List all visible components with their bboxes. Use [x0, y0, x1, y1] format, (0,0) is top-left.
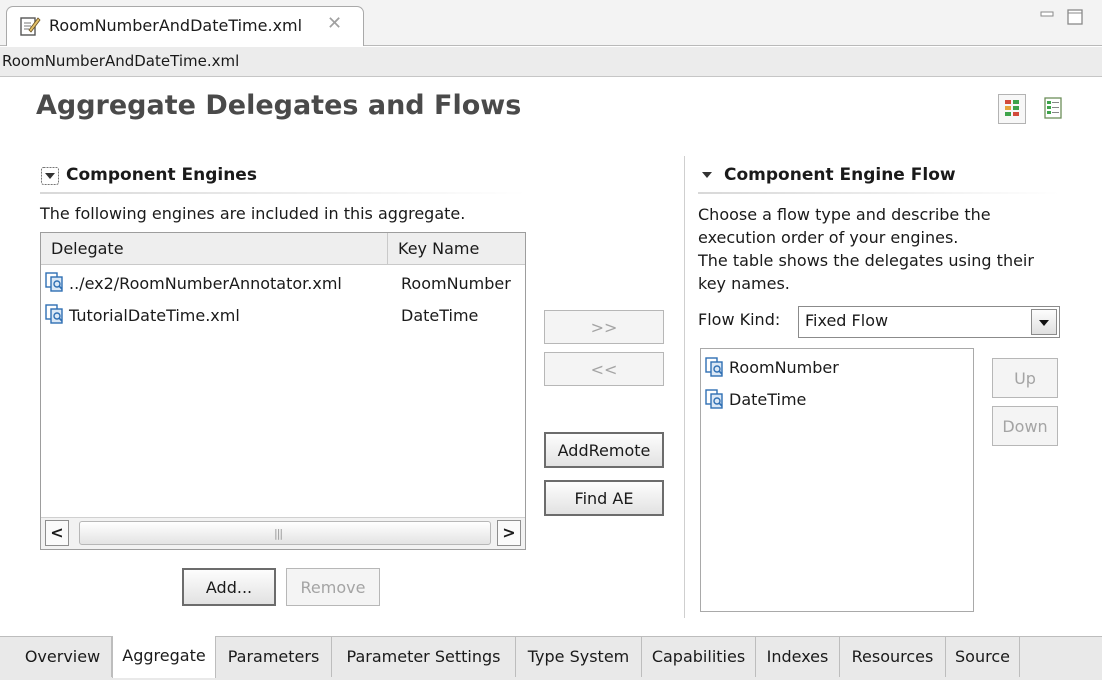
descriptor-icon: [45, 304, 63, 324]
horizontal-scrollbar[interactable]: < ||| >: [41, 517, 525, 549]
engine-flow-description-line: key names.: [698, 274, 790, 293]
tab-aggregate[interactable]: Aggregate: [112, 636, 216, 678]
vertical-layout-icon: [1044, 97, 1062, 119]
flow-kind-label: Flow Kind:: [698, 310, 781, 329]
add-remote-button[interactable]: AddRemote: [544, 432, 664, 468]
descriptor-icon: [705, 357, 723, 377]
remove-button[interactable]: Remove: [286, 568, 380, 606]
engine-flow-description-line: execution order of your engines.: [698, 228, 959, 247]
scroll-left-button[interactable]: <: [45, 520, 69, 546]
flow-kind-select[interactable]: Fixed Flow: [798, 306, 1060, 338]
tab-type-system[interactable]: Type System: [516, 637, 642, 677]
flow-kind-value: Fixed Flow: [805, 311, 889, 330]
minimize-icon[interactable]: [1040, 10, 1054, 20]
chevron-down-icon: [1039, 320, 1049, 326]
editor-tab-title: RoomNumberAndDateTime.xml: [49, 16, 303, 35]
scroll-right-button[interactable]: >: [497, 520, 521, 546]
collapse-toggle-icon: [41, 167, 59, 185]
descriptor-icon: [45, 272, 63, 292]
tab-source[interactable]: Source: [946, 637, 1020, 677]
close-icon[interactable]: ✕: [327, 13, 342, 34]
dropdown-button[interactable]: [1031, 309, 1057, 335]
xml-file-edit-icon: [20, 17, 41, 36]
key-name-cell: DateTime: [401, 306, 479, 325]
file-breadcrumb-label: RoomNumberAndDateTime.xml: [2, 52, 240, 70]
maximize-icon[interactable]: [1066, 8, 1084, 26]
editor-tab[interactable]: RoomNumberAndDateTime.xml ✕: [6, 6, 364, 46]
descriptor-icon: [705, 389, 723, 409]
scroll-grip: |||: [274, 527, 283, 540]
page-title: Aggregate Delegates and Flows: [36, 90, 522, 121]
engine-flow-description-line: Choose a flow type and describe the: [698, 205, 991, 224]
component-engines-description: The following engines are included in th…: [40, 204, 466, 223]
column-header-key-name[interactable]: Key Name: [387, 233, 525, 265]
section-divider: [684, 156, 685, 618]
flow-item-label: DateTime: [729, 390, 807, 409]
editor-page-tabs: Overview Aggregate Parameters Parameter …: [0, 636, 1102, 680]
key-name-cell: RoomNumber: [401, 274, 511, 293]
vertical-layout-button[interactable]: [1040, 94, 1068, 124]
horizontal-layout-button[interactable]: [998, 94, 1026, 124]
flow-item-label: RoomNumber: [729, 358, 839, 377]
delegate-table[interactable]: Delegate Key Name ../ex2/RoomNumberAnnot…: [40, 232, 526, 550]
move-right-button[interactable]: >>: [544, 310, 664, 344]
add-button[interactable]: Add...: [182, 568, 276, 606]
tab-parameters[interactable]: Parameters: [216, 637, 332, 677]
move-down-button[interactable]: Down: [992, 406, 1058, 446]
move-left-button[interactable]: <<: [544, 352, 664, 386]
tab-parameter-settings[interactable]: Parameter Settings: [332, 637, 516, 677]
engine-flow-title: Component Engine Flow: [724, 165, 956, 185]
component-engines-title: Component Engines: [66, 165, 257, 185]
tab-resources[interactable]: Resources: [840, 637, 946, 677]
list-item[interactable]: DateTime: [703, 387, 971, 413]
section-collapse-toggle[interactable]: [40, 166, 60, 186]
delegate-cell: ../ex2/RoomNumberAnnotator.xml: [69, 274, 342, 293]
tab-overview[interactable]: Overview: [14, 637, 112, 677]
file-breadcrumb: RoomNumberAndDateTime.xml: [0, 47, 1102, 77]
tab-indexes[interactable]: Indexes: [756, 637, 840, 677]
table-row[interactable]: ../ex2/RoomNumberAnnotator.xml RoomNumbe…: [41, 271, 525, 299]
list-item[interactable]: RoomNumber: [703, 355, 971, 381]
table-row[interactable]: TutorialDateTime.xml DateTime: [41, 303, 525, 331]
move-up-button[interactable]: Up: [992, 358, 1058, 398]
tab-capabilities[interactable]: Capabilities: [642, 637, 756, 677]
expanded-triangle-icon[interactable]: [700, 168, 714, 182]
horizontal-layout-icon: [1005, 100, 1019, 116]
section-rule: [40, 192, 526, 194]
engine-flow-description-line: The table shows the delegates using thei…: [698, 251, 1034, 270]
delegate-cell: TutorialDateTime.xml: [69, 306, 240, 325]
scroll-thumb[interactable]: |||: [79, 521, 491, 545]
column-header-delegate[interactable]: Delegate: [41, 233, 387, 265]
find-ae-button[interactable]: Find AE: [544, 480, 664, 516]
flow-order-list[interactable]: RoomNumber DateTime: [700, 348, 974, 612]
section-rule: [698, 192, 1060, 194]
editor-tab-bar: RoomNumberAndDateTime.xml ✕: [0, 0, 1102, 46]
